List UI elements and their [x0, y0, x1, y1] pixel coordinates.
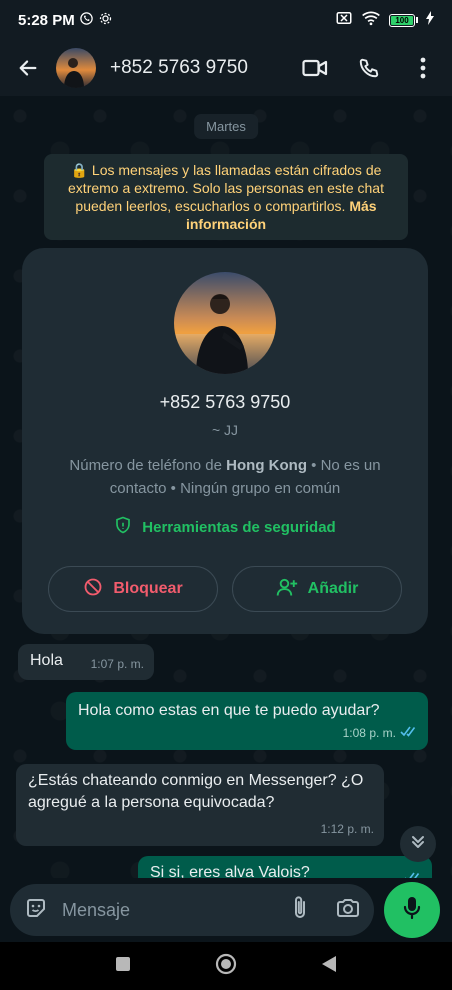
home-circle-icon[interactable]: [215, 953, 237, 980]
message-bubble-outgoing[interactable]: Hola como estas en que te puedo ayudar? …: [66, 692, 428, 750]
message-input[interactable]: Mensaje: [62, 900, 292, 921]
chat-area[interactable]: Martes 🔒 Los mensajes y las llamadas est…: [0, 96, 452, 878]
double-chevron-down-icon: [410, 834, 426, 855]
microphone-icon: [403, 896, 421, 925]
block-label: Bloquear: [113, 580, 183, 597]
attach-paperclip-icon[interactable]: [292, 895, 308, 926]
message-bubble-incoming[interactable]: ¿Estás chateando conmigo en Messenger? ¿…: [16, 764, 384, 846]
back-triangle-icon[interactable]: [321, 955, 337, 978]
block-button[interactable]: Bloquear: [48, 566, 218, 612]
scroll-to-bottom-button[interactable]: [400, 826, 436, 862]
info-prefix: Número de teléfono de: [69, 457, 227, 474]
status-time: 5:28 PM: [18, 11, 75, 29]
read-receipt-icon: [404, 868, 422, 878]
card-contact-info: Número de teléfono de Hong Kong • No es …: [52, 454, 398, 500]
camera-icon[interactable]: [336, 898, 360, 923]
more-options-icon[interactable]: [406, 51, 440, 85]
message-time: 1:08 p. m.: [342, 726, 396, 740]
chat-header: +852 5763 9750: [0, 40, 452, 96]
contact-avatar[interactable]: [56, 48, 96, 88]
info-country: Hong Kong: [226, 457, 307, 474]
message-time: 1:12 p. m.: [320, 822, 374, 836]
message-text: ¿Estás chateando conmigo en Messenger? ¿…: [28, 772, 364, 811]
message-text: Hola como estas en que te puedo ayudar?: [78, 702, 380, 719]
message-composer: Mensaje: [0, 878, 452, 942]
message-time: 1:07 p. m.: [90, 657, 144, 671]
status-bar: 5:28 PM 100: [0, 0, 452, 40]
message-text: Hola: [30, 652, 63, 669]
battery-icon: 100: [389, 13, 418, 27]
contact-name[interactable]: +852 5763 9750: [110, 57, 248, 79]
card-nickname: ~ JJ: [211, 422, 239, 438]
day-chip: Martes: [194, 114, 258, 139]
sticker-icon[interactable]: [24, 896, 48, 925]
safety-tools-label: Herramientas de seguridad: [142, 518, 336, 536]
read-receipt-icon: [400, 722, 418, 744]
recents-square-icon[interactable]: [115, 956, 131, 977]
encryption-text: 🔒 Los mensajes y las llamadas están cifr…: [68, 162, 384, 214]
settings-gear-icon: [98, 11, 113, 30]
system-navigation-bar: [0, 942, 452, 990]
voice-message-button[interactable]: [384, 882, 440, 938]
add-label: Añadir: [307, 580, 359, 597]
message-bubble-outgoing[interactable]: Si si, eres alva Valois?: [138, 856, 432, 878]
voice-call-icon[interactable]: [352, 51, 386, 85]
message-text: Si si, eres alva Valois?: [150, 864, 310, 878]
back-arrow-icon[interactable]: [12, 52, 44, 84]
shield-icon: [114, 516, 132, 538]
video-call-icon[interactable]: [298, 51, 332, 85]
battery-level: 100: [391, 15, 413, 25]
add-person-icon: [276, 577, 298, 602]
charging-bolt-icon: [426, 11, 434, 29]
block-icon: [83, 577, 103, 602]
whatsapp-notification-icon: [79, 11, 94, 30]
contact-info-card: +852 5763 9750 ~ JJ Número de teléfono d…: [22, 248, 428, 634]
add-contact-button[interactable]: Añadir: [232, 566, 402, 612]
encryption-notice[interactable]: 🔒 Los mensajes y las llamadas están cifr…: [44, 154, 408, 240]
wifi-icon: [361, 10, 381, 30]
contact-profile-photo[interactable]: [174, 272, 276, 374]
card-phone-number: +852 5763 9750: [159, 392, 291, 412]
message-bubble-incoming[interactable]: Hola 1:07 p. m.: [18, 644, 154, 680]
safety-tools-link[interactable]: Herramientas de seguridad: [22, 516, 428, 538]
sim-off-icon: [335, 10, 353, 30]
message-input-box[interactable]: Mensaje: [10, 884, 374, 936]
